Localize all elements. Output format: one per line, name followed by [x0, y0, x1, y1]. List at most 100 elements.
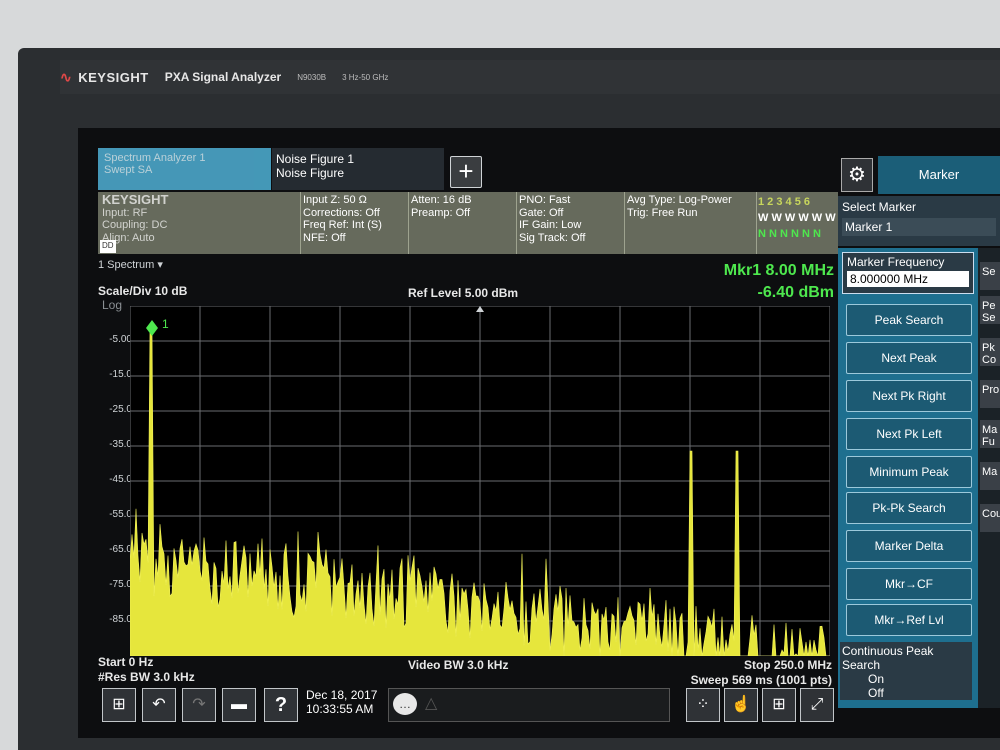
- datetime: Dec 18, 2017 10:33:55 AM: [306, 688, 377, 716]
- mkr-ref-lvl-button[interactable]: Mkr→Ref Lvl: [846, 604, 972, 636]
- marker-diamond-icon: [146, 320, 158, 336]
- trace-detectors: N N N N N N: [758, 228, 821, 240]
- info-corrections: Corrections: Off: [303, 206, 380, 219]
- toggle-off-option: Off: [868, 686, 884, 700]
- info-pno: PNO: Fast: [519, 194, 571, 206]
- folder-icon[interactable]: ▬: [222, 688, 256, 722]
- info-preamp: Preamp: Off: [411, 206, 471, 219]
- gear-icon[interactable]: ⚙: [841, 158, 873, 192]
- marker-delta-button[interactable]: Marker Delta: [846, 530, 972, 562]
- right-softkey[interactable]: Pk Co: [980, 338, 1000, 366]
- continuous-peak-search-toggle[interactable]: Continuous Peak Search On Off: [840, 642, 972, 700]
- y-tick: -35.0: [109, 439, 132, 450]
- right-softkey[interactable]: Se: [980, 262, 1000, 290]
- y-tick: -15.0: [109, 369, 132, 380]
- peak-search-button[interactable]: Peak Search: [846, 304, 972, 336]
- video-bw: Video BW 3.0 kHz: [408, 658, 509, 672]
- y-tick: -5.00: [109, 334, 132, 345]
- brand-model-number: N9030B: [297, 72, 327, 82]
- add-screen-button[interactable]: +: [450, 156, 482, 188]
- right-softkey[interactable]: Ma: [980, 462, 1000, 490]
- info-col-pno: PNO: Fast Gate: Off IF Gain: Low Sig Tra…: [519, 194, 585, 244]
- marker-frequency-field[interactable]: Marker Frequency 8.000000 MHz: [842, 252, 974, 294]
- fullscreen-icon[interactable]: ⤢: [800, 688, 834, 722]
- right-softkey[interactable]: Cou: [980, 504, 1000, 532]
- bottom-toolbar: ⊞ ↶ ↷ ▬ ? Dec 18, 2017 10:33:55 AM … △ ⁘…: [98, 686, 838, 730]
- info-atten: Atten: 16 dB: [411, 194, 472, 206]
- brand-company: KEYSIGHT: [78, 69, 149, 85]
- info-col-avg: Avg Type: Log-Power Trig: Free Run: [627, 194, 732, 219]
- info-tag: DD: [100, 240, 116, 253]
- sweep-time: Sweep 569 ms (1001 pts): [690, 673, 832, 687]
- keysight-logo: ∿ KEYSIGHT: [60, 69, 149, 86]
- info-nfe: NFE: Off: [303, 231, 346, 244]
- y-tick: -55.0: [109, 509, 132, 520]
- toggle-on-option: On: [868, 672, 885, 686]
- info-sig-track: Sig Track: Off: [519, 231, 586, 244]
- window-title[interactable]: 1 Spectrum ▾: [98, 258, 163, 271]
- input-info: KEYSIGHT Input: RF Coupling: DC Align: A…: [102, 192, 169, 244]
- start-freq: Start 0 Hz: [98, 655, 154, 669]
- brand-model: PXA Signal Analyzer: [164, 70, 282, 84]
- window-name: 1 Spectrum: [98, 259, 155, 271]
- mkr-cf-button[interactable]: Mkr→CF: [846, 568, 972, 600]
- settings-info-bar: KEYSIGHT Input: RF Coupling: DC Align: A…: [98, 192, 838, 254]
- y-tick: -45.0: [109, 474, 132, 485]
- right-softkey[interactable]: Pro: [980, 380, 1000, 408]
- brand-range: 3 Hz-50 GHz: [342, 72, 389, 82]
- tab1-line1: Spectrum Analyzer 1: [104, 152, 206, 164]
- marker-readout-amp: -6.40 dBm: [757, 284, 834, 301]
- info-gate: Gate: Off: [519, 206, 564, 219]
- tab1-line2: Swept SA: [104, 164, 153, 176]
- info-col-input: Input Z: 50 Ω Corrections: Off Freq Ref:…: [303, 194, 382, 244]
- chevron-down-icon: ▾: [157, 259, 163, 271]
- info-freq-ref: Freq Ref: Int (S): [303, 219, 382, 231]
- info-if-gain: IF Gain: Low: [519, 219, 582, 231]
- marker-frequency-input[interactable]: 8.000000 MHz: [847, 271, 969, 287]
- info-input: Input: RF: [102, 206, 148, 219]
- y-tick: -85.0: [109, 614, 132, 625]
- time-text: 10:33:55 AM: [306, 702, 374, 716]
- spectrum-plot[interactable]: 1: [130, 306, 830, 656]
- right-softkey[interactable]: Pe Se: [980, 296, 1000, 324]
- info-col-atten: Atten: 16 dB Preamp: Off: [411, 194, 472, 219]
- right-softkey-column: Se Pe Se Pk Co Pro Ma Fu Ma Cou: [978, 248, 1000, 708]
- next-pk-right-button[interactable]: Next Pk Right: [846, 380, 972, 412]
- warning-icon: △: [425, 695, 438, 712]
- pk-pk-search-button[interactable]: Pk-Pk Search: [846, 492, 972, 524]
- message-icon[interactable]: …: [393, 693, 417, 715]
- res-bw: #Res BW 3.0 kHz: [98, 670, 195, 684]
- select-marker-control[interactable]: Select Marker Marker 1: [838, 196, 1000, 246]
- date-text: Dec 18, 2017: [306, 688, 378, 702]
- tab-noise-figure[interactable]: Noise Figure 1 Noise Figure: [272, 148, 444, 190]
- log-label: Log: [102, 298, 123, 312]
- undo-icon[interactable]: ↶: [142, 688, 176, 722]
- tab-spectrum-analyzer[interactable]: Spectrum Analyzer 1 Swept SA: [98, 148, 271, 190]
- touch-icon[interactable]: ☝: [724, 688, 758, 722]
- next-peak-button[interactable]: Next Peak: [846, 342, 972, 374]
- minimum-peak-button[interactable]: Minimum Peak: [846, 456, 972, 488]
- help-icon[interactable]: ?: [264, 688, 298, 722]
- marker-label: 1: [162, 317, 169, 331]
- right-softkey[interactable]: Ma Fu: [980, 420, 1000, 448]
- grid-view-icon[interactable]: ⊞: [762, 688, 796, 722]
- y-tick: -75.0: [109, 579, 132, 590]
- marker-readout-freq: Mkr1 8.00 MHz: [723, 262, 834, 279]
- trace-indicators[interactable]: 1 2 3 4 5 6 W W W W W W N N N N N N: [758, 196, 836, 240]
- marker-menu-tab[interactable]: Marker: [878, 156, 1000, 194]
- stop-freq: Stop 250.0 MHz: [743, 658, 832, 672]
- marker-softkey-panel: Marker Frequency 8.000000 MHz Peak Searc…: [838, 248, 978, 708]
- tab2-line1: Noise Figure 1: [276, 152, 355, 166]
- next-pk-left-button[interactable]: Next Pk Left: [846, 418, 972, 450]
- message-bar[interactable]: … △: [388, 688, 670, 722]
- marker-frequency-label: Marker Frequency: [847, 255, 945, 269]
- windows-icon[interactable]: ⊞: [102, 688, 136, 722]
- info-input-z: Input Z: 50 Ω: [303, 194, 367, 206]
- redo-icon[interactable]: ↷: [182, 688, 216, 722]
- info-trig: Trig: Free Run: [627, 206, 698, 219]
- info-brand: KEYSIGHT: [102, 192, 169, 207]
- select-marker-value: Marker 1: [842, 218, 996, 236]
- ref-level: Ref Level 5.00 dBm: [408, 286, 519, 300]
- brand-bar: ∿ KEYSIGHT PXA Signal Analyzer N9030B 3 H…: [60, 60, 1000, 94]
- layout-icon[interactable]: ⁘: [686, 688, 720, 722]
